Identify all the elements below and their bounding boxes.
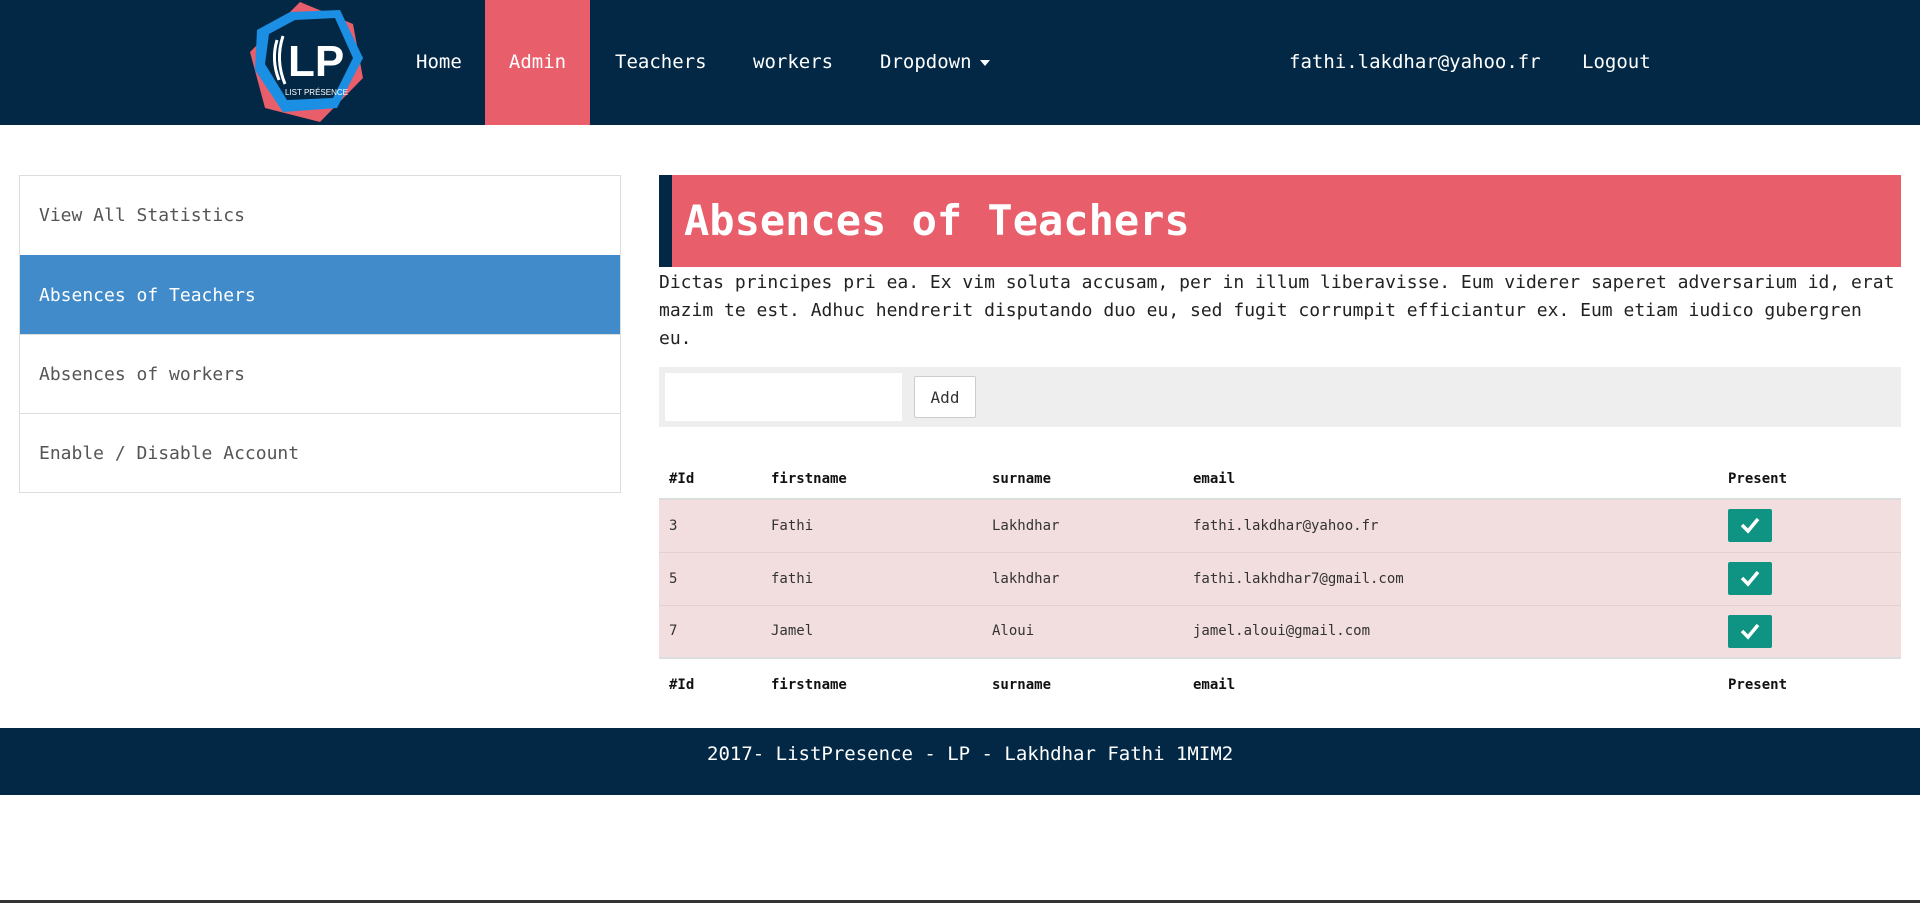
table-header-row: #Id firstname surname email Present	[659, 447, 1901, 500]
nav-user-email[interactable]: fathi.lakdhar@yahoo.fr	[1264, 0, 1566, 125]
cell-surname: lakhdhar	[982, 551, 1183, 605]
check-icon	[1740, 623, 1760, 640]
navbar: LP LIST PRÉSENCE Home Admin Teachers wor…	[0, 0, 1920, 125]
cell-present	[1718, 604, 1901, 658]
present-check-button[interactable]	[1728, 614, 1772, 648]
present-check-button[interactable]	[1728, 509, 1772, 543]
sidebar: View All Statistics Absences of Teachers…	[19, 175, 621, 493]
cell-id: 7	[659, 604, 761, 658]
nav-workers[interactable]: workers	[728, 0, 858, 125]
footer-text: 2017- ListPresence - LP - Lakhdhar Fathi…	[707, 743, 1234, 765]
nav-dropdown-label: Dropdown	[880, 51, 972, 73]
nav-logout[interactable]: Logout	[1557, 0, 1676, 125]
present-check-button[interactable]	[1728, 562, 1772, 595]
sidebar-item-absences-of-workers[interactable]: Absences of workers	[20, 334, 620, 413]
cell-id: 3	[659, 498, 761, 552]
cell-email: fathi.lakdhar@yahoo.fr	[1183, 498, 1718, 552]
table-row: 3 Fathi Lakhdhar fathi.lakdhar@yahoo.fr	[659, 498, 1901, 552]
page-description: Dictas principes pri ea. Ex vim soluta a…	[659, 272, 1895, 349]
cell-firstname: Fathi	[761, 498, 982, 552]
add-bar: Add	[659, 367, 1901, 427]
teachers-table: #Id firstname surname email Present 3 Fa…	[659, 447, 1901, 710]
footer-header-email: email	[1183, 657, 1718, 710]
cell-firstname: Jamel	[761, 604, 982, 658]
sidebar-item-view-all-statistics[interactable]: View All Statistics	[20, 176, 620, 255]
cell-surname: Lakhdhar	[982, 498, 1183, 552]
cell-email: fathi.lakhdhar7@gmail.com	[1183, 551, 1718, 605]
nav-admin[interactable]: Admin	[485, 0, 590, 125]
column-header-firstname: firstname	[761, 447, 982, 500]
cell-email: jamel.aloui@gmail.com	[1183, 604, 1718, 658]
cell-firstname: fathi	[761, 551, 982, 605]
caret-down-icon	[979, 59, 990, 66]
table-row: 5 fathi lakhdhar fathi.lakhdhar7@gmail.c…	[659, 551, 1901, 605]
footer-header-surname: surname	[982, 657, 1183, 710]
cell-id: 5	[659, 551, 761, 605]
logo-text: LP	[288, 37, 344, 86]
footer-header-present: Present	[1718, 657, 1901, 710]
table-row: 7 Jamel Aloui jamel.aloui@gmail.com	[659, 604, 1901, 658]
logo[interactable]: LP LIST PRÉSENCE	[245, 0, 375, 125]
column-header-surname: surname	[982, 447, 1183, 500]
nav-teachers[interactable]: Teachers	[590, 0, 732, 125]
page-title: Absences of Teachers	[659, 175, 1901, 267]
cell-surname: Aloui	[982, 604, 1183, 658]
footer-header-id: #Id	[659, 657, 761, 710]
add-input[interactable]	[665, 373, 902, 421]
check-icon	[1740, 518, 1760, 534]
footer-header-firstname: firstname	[761, 657, 982, 710]
logo-subtext: LIST PRÉSENCE	[285, 88, 348, 97]
main-content: Absences of Teachers Dictas principes pr…	[659, 175, 1901, 710]
column-header-id: #Id	[659, 447, 761, 500]
nav-home[interactable]: Home	[391, 0, 487, 125]
footer: 2017- ListPresence - LP - Lakhdhar Fathi…	[0, 728, 1920, 795]
table-footer-row: #Id firstname surname email Present	[659, 657, 1901, 710]
add-button[interactable]: Add	[914, 376, 976, 418]
column-header-email: email	[1183, 447, 1718, 500]
sidebar-item-enable-disable-account[interactable]: Enable / Disable Account	[20, 413, 620, 492]
nav-dropdown[interactable]: Dropdown	[855, 0, 1015, 125]
sidebar-item-absences-of-teachers[interactable]: Absences of Teachers	[20, 255, 620, 334]
column-header-present: Present	[1718, 447, 1901, 500]
cell-present	[1718, 498, 1901, 552]
cell-present	[1718, 551, 1901, 605]
check-icon	[1740, 570, 1760, 587]
